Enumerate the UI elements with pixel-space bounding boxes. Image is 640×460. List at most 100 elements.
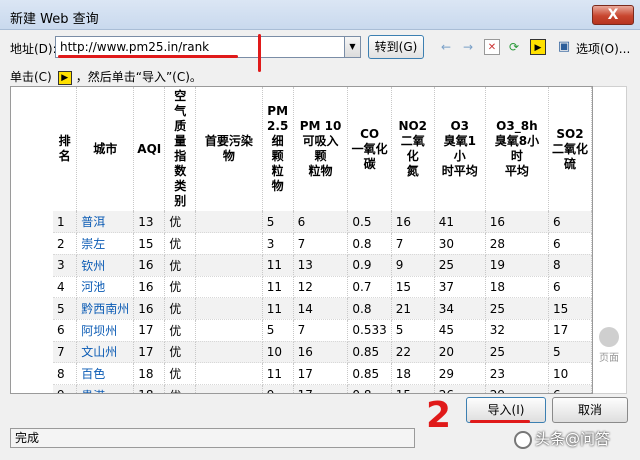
cell-co: 0.9 <box>347 254 392 277</box>
cell-co: 0.8 <box>347 297 392 320</box>
instruction-suffix: ，然后单击“导入”(C)。 <box>75 70 202 84</box>
cell-city[interactable]: 百色 <box>76 362 135 385</box>
cell-so2: 6 <box>548 232 592 255</box>
rank-table: 排 名城市 AQI 空气 质量 指数 类别 首要污染物 PM 2.5 细颗 粒物 PM 1… <box>53 87 592 393</box>
cell-pm10: 16 <box>293 341 349 364</box>
cell-co: 0.533 <box>347 319 392 342</box>
cell-pm10: 17 <box>293 384 349 393</box>
cell-so2: 10 <box>548 362 592 385</box>
cell-no2: 18 <box>391 362 435 385</box>
watermark: 头条@问答 <box>514 428 610 449</box>
cell-city[interactable]: 黔西南州 <box>76 297 135 320</box>
table-body: 1 普洱 13 优 5 6 0.5 16 41 16 6 2 崇左 15 优 3 7 0.8 7 30 28 6 3 钦州 16… <box>53 211 592 393</box>
cell-so2: 15 <box>548 297 592 320</box>
cell-pm10: 6 <box>293 211 349 234</box>
cell-o3-8h: 29 <box>485 384 550 393</box>
forward-arrow-icon[interactable]: → <box>460 39 476 55</box>
cell-no2: 16 <box>391 211 435 234</box>
table-row: 3 钦州 16 优 11 13 0.9 9 25 19 8 <box>53 254 592 277</box>
cell-o3-8h: 25 <box>485 297 550 320</box>
cell-o3-8h: 18 <box>485 276 550 299</box>
cell-city[interactable]: 河池 <box>76 276 135 299</box>
cell-o3-8h: 28 <box>485 232 550 255</box>
cell-co: 0.7 <box>347 276 392 299</box>
cell-quality: 优 <box>164 384 197 393</box>
cell-rank: 5 <box>53 297 78 320</box>
cell-pm10: 12 <box>293 276 349 299</box>
refresh-icon[interactable]: ⟳ <box>506 39 522 55</box>
cell-aqi: 18 <box>133 362 166 385</box>
cell-so2: 5 <box>548 341 592 364</box>
cell-city[interactable]: 普洱 <box>76 211 135 234</box>
cell-pm25: 11 <box>262 276 294 299</box>
cell-rank: 1 <box>53 211 78 234</box>
cell-so2: 6 <box>548 276 592 299</box>
cell-city[interactable]: 阿坝州 <box>76 319 135 342</box>
address-label: 地址(D): <box>10 42 57 56</box>
cell-co: 0.8 <box>347 232 392 255</box>
table-row: 8 百色 18 优 11 17 0.85 18 29 23 10 <box>53 362 592 385</box>
web-content-pane: 排 名城市 AQI 空气 质量 指数 类别 首要污染物 PM 2.5 细颗 粒物 PM 1… <box>10 86 593 394</box>
cell-aqi: 16 <box>133 297 166 320</box>
close-button[interactable]: X <box>592 5 634 25</box>
cell-pm25: 5 <box>262 319 294 342</box>
column-header-pm10: PM 10 可吸入颗 粒物 <box>293 87 349 211</box>
address-dropdown-button[interactable]: ▼ <box>344 36 361 58</box>
cell-city[interactable]: 文山州 <box>76 341 135 364</box>
cell-pm25: 11 <box>262 254 294 277</box>
cell-no2: 22 <box>391 341 435 364</box>
annotation-underline-import <box>470 420 530 423</box>
cell-aqi: 17 <box>133 319 166 342</box>
cell-pm10: 14 <box>293 297 349 320</box>
cell-rank: 4 <box>53 276 78 299</box>
cell-pm25: 11 <box>262 362 294 385</box>
table-row: 9贵港18优9170.81526296 <box>53 384 592 393</box>
cell-pollutant <box>195 232 263 255</box>
cell-co: 0.85 <box>347 362 392 385</box>
save-query-icon[interactable]: ▶ <box>530 39 546 55</box>
cancel-button[interactable]: 取消 <box>552 397 628 423</box>
cell-city[interactable]: 钦州 <box>76 254 135 277</box>
cell-o3: 26 <box>434 384 486 393</box>
cell-quality: 优 <box>164 276 197 299</box>
cell-pm25: 9 <box>262 384 294 393</box>
cell-no2: 21 <box>391 297 435 320</box>
stop-icon[interactable]: ✕ <box>484 39 500 55</box>
cell-so2: 6 <box>548 384 592 393</box>
cell-city[interactable]: 贵港 <box>76 384 135 393</box>
cell-quality: 优 <box>164 232 197 255</box>
cell-pollutant <box>195 276 263 299</box>
go-button[interactable]: 转到(G) <box>368 35 424 59</box>
cell-pm10: 7 <box>293 232 349 255</box>
status-bar: 完成 <box>10 428 415 448</box>
cell-pollutant <box>195 211 263 234</box>
cell-quality: 优 <box>164 319 197 342</box>
cell-city[interactable]: 崇左 <box>76 232 135 255</box>
table-row: 2 崇左 15 优 3 7 0.8 7 30 28 6 <box>53 232 592 255</box>
cell-quality: 优 <box>164 254 197 277</box>
back-arrow-icon[interactable]: ← <box>438 39 454 55</box>
cell-o3-8h: 25 <box>485 341 550 364</box>
cell-rank: 8 <box>53 362 78 385</box>
options-button[interactable]: 选项(O)... <box>576 40 630 57</box>
cell-o3-8h: 23 <box>485 362 550 385</box>
cell-o3-8h: 19 <box>485 254 550 277</box>
cell-o3: 37 <box>434 276 486 299</box>
select-table-arrow-icon[interactable]: ▶ <box>57 70 72 85</box>
cell-pm25: 5 <box>262 211 294 234</box>
cell-aqi: 15 <box>133 232 166 255</box>
cell-pollutant <box>195 341 263 364</box>
vertical-scrollbar[interactable]: 页面 <box>593 86 627 394</box>
cell-o3: 45 <box>434 319 486 342</box>
table-row: 5 黔西南州 16 优 11 14 0.8 21 34 25 15 <box>53 297 592 320</box>
cell-no2: 9 <box>391 254 435 277</box>
cell-quality: 优 <box>164 297 197 320</box>
cell-aqi: 18 <box>133 384 166 393</box>
scroll-thumb[interactable] <box>599 327 619 347</box>
table-header-row: 排 名城市 AQI 空气 质量 指数 类别 首要污染物 PM 2.5 细颗 粒物 PM 1… <box>53 87 592 211</box>
cell-rank: 2 <box>53 232 78 255</box>
cell-so2: 6 <box>548 211 592 234</box>
window-title: 新建 Web 查询 <box>10 12 99 27</box>
cell-pollutant <box>195 319 263 342</box>
options-icon[interactable]: ▣ <box>556 39 572 55</box>
